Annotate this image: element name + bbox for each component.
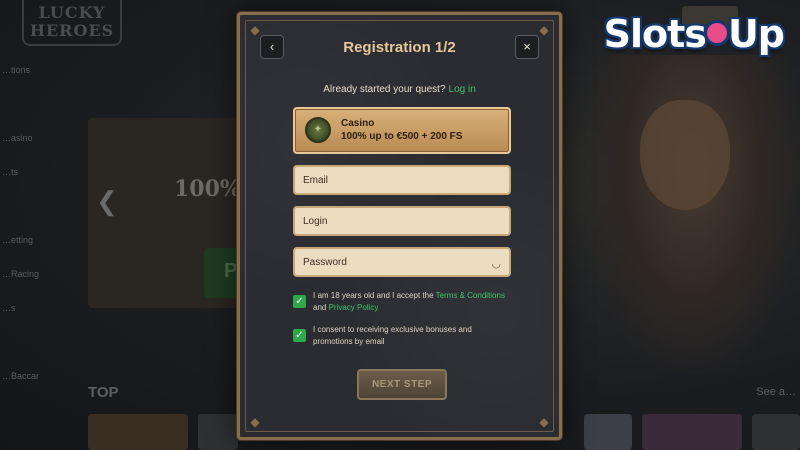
sidebar-item: …Baccar xyxy=(2,371,40,381)
game-thumb xyxy=(198,414,238,450)
sidebar-item xyxy=(0,196,80,230)
corner-ornament-icon: ◆ xyxy=(539,415,549,429)
game-thumb xyxy=(584,414,632,450)
email-field[interactable] xyxy=(295,167,509,193)
terms-and-text: and xyxy=(313,302,329,312)
corner-ornament-icon: ◆ xyxy=(250,23,260,37)
bonus-category: Casino xyxy=(341,118,375,129)
game-thumb xyxy=(88,414,188,450)
modal-title: Registration 1/2 xyxy=(343,39,456,56)
banner-text: 100% xyxy=(174,176,241,202)
sidebar-item: …s xyxy=(2,303,16,313)
promo-label: I consent to receiving exclusive bonuses… xyxy=(313,325,472,346)
sidebar-item xyxy=(0,332,80,366)
terms-label: I am 18 years old and I accept the Terms… xyxy=(313,290,513,313)
terms-link[interactable]: Terms & Conditions xyxy=(436,291,505,300)
sidebar-item xyxy=(0,94,80,128)
banner-prev-icon: ❮ xyxy=(96,186,118,216)
terms-checkbox[interactable]: ✓ xyxy=(293,295,306,308)
sidebar-item: …tions xyxy=(2,65,31,75)
eye-closed-icon[interactable]: ◡ xyxy=(491,257,501,270)
login-prompt: Already started your quest? Log in xyxy=(240,84,559,95)
top-games-heading: TOP xyxy=(88,384,119,401)
login-link[interactable]: Log in xyxy=(449,84,476,95)
bonus-offer: 100% up to €500 + 200 FS xyxy=(341,131,463,142)
close-icon: × xyxy=(523,39,531,54)
email-field-wrapper xyxy=(293,165,511,195)
site-sidebar: …tions …asino …ts …etting …Racing …s …Ba… xyxy=(0,60,80,400)
game-thumb xyxy=(642,414,742,450)
next-step-button[interactable]: NEXT STEP xyxy=(357,369,447,400)
sidebar-item: …etting xyxy=(2,235,34,245)
sidebar-item: …ts xyxy=(2,167,19,177)
corner-ornament-icon: ◆ xyxy=(539,23,549,37)
rocket-icon xyxy=(703,19,730,46)
casino-chip-icon: ✦ xyxy=(305,117,331,143)
password-field[interactable] xyxy=(295,249,509,275)
slotsup-text-left: Slots xyxy=(603,12,707,56)
sidebar-item: …asino xyxy=(2,133,33,143)
registration-modal: ◆ ◆ ◆ ◆ ‹ Registration 1/2 × Already sta… xyxy=(237,12,562,440)
hero-character xyxy=(640,100,730,210)
login-prompt-text: Already started your quest? xyxy=(323,84,446,95)
game-thumb xyxy=(752,414,800,450)
password-field-wrapper: ◡ xyxy=(293,247,511,277)
login-field[interactable] xyxy=(295,208,509,234)
slotsup-logo: Slots Up xyxy=(603,12,785,56)
terms-text: I am 18 years old and I accept the xyxy=(313,291,436,300)
site-logo: LUCKY HEROES xyxy=(22,0,122,46)
login-field-wrapper xyxy=(293,206,511,236)
corner-ornament-icon: ◆ xyxy=(250,415,260,429)
close-button[interactable]: × xyxy=(515,35,539,59)
privacy-link[interactable]: Privacy Policy xyxy=(329,303,379,312)
slotsup-text-right: Up xyxy=(727,12,785,56)
see-all-link: See a… xyxy=(756,386,796,398)
bonus-selector[interactable]: ✦ Casino 100% up to €500 + 200 FS xyxy=(293,107,511,154)
promo-checkbox[interactable]: ✓ xyxy=(293,329,306,342)
sidebar-item: …Racing xyxy=(2,269,40,279)
